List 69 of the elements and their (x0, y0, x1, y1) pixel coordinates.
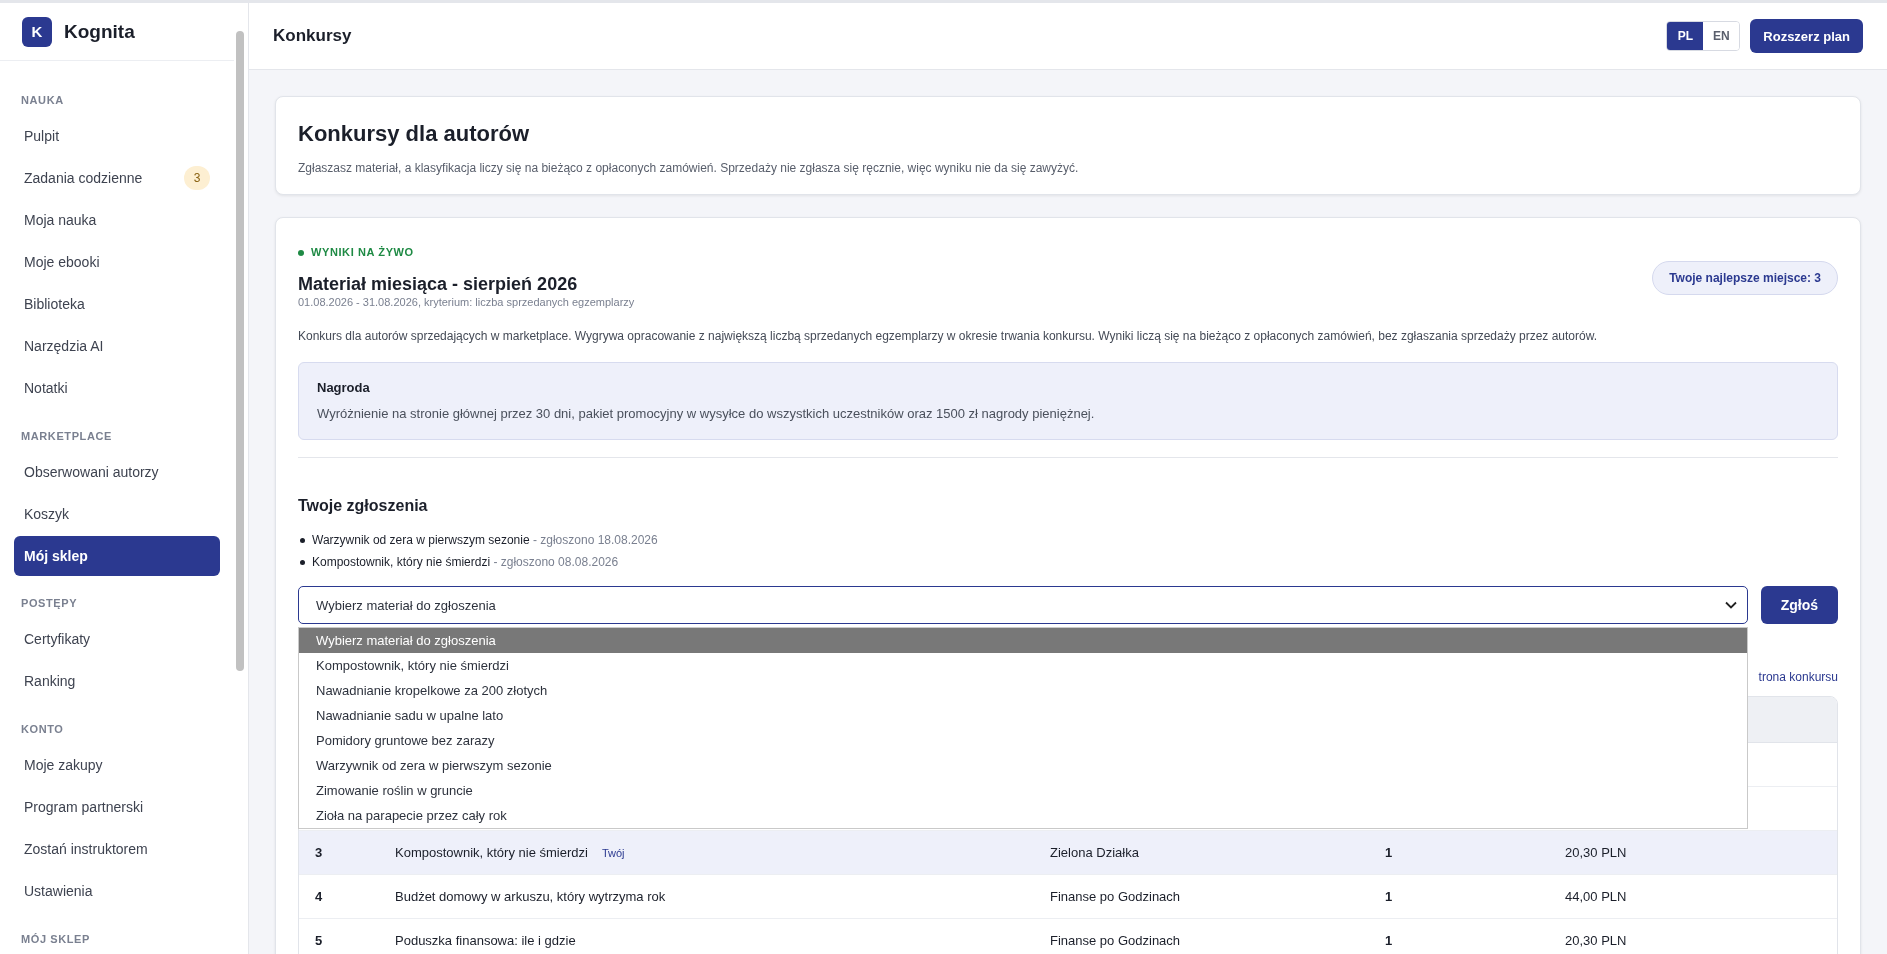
section-title: Twoje zgłoszenia (298, 496, 429, 515)
dropdown-option[interactable]: Zioła na parapecie przez cały rok (299, 803, 1747, 828)
title-cell: Kompostownik, który nie śmierdzi (395, 845, 588, 860)
dropdown-option[interactable]: Nawadnianie sadu w upalne lato (299, 703, 1747, 728)
sidebar-item[interactable]: Ustawienia (14, 870, 220, 912)
card-title: Konkursy dla autorów (298, 121, 531, 147)
dropdown-option[interactable]: Nawadnianie kropelkowe za 200 złotych (299, 678, 1747, 703)
dropdown-option[interactable]: Wybierz materiał do zgłoszenia (299, 628, 1747, 653)
section-heading: NAUKA (20, 93, 65, 108)
contest-title: Materiał miesiąca - sierpień 2026 (298, 273, 579, 295)
count-badge: 3 (184, 166, 210, 190)
dropdown-option[interactable]: Zimowanie roślin w gruncie (299, 778, 1747, 803)
rank-cell-text: 5 (315, 933, 324, 948)
best-place-badge: Twoje najlepsze miejsce: 3 (1652, 260, 1838, 295)
sidebar-item[interactable]: Obserwowani autorzy (14, 451, 220, 493)
section-heading: KONTO (20, 722, 65, 737)
sidebar-item[interactable]: Program partnerski (14, 786, 220, 828)
sidebar-item[interactable]: Moje ebooki (14, 241, 220, 283)
upgrade-button[interactable]: Rozszerz plan (1750, 19, 1863, 53)
language-button[interactable]: PL (1667, 22, 1704, 50)
brand-name: Kognita (64, 20, 135, 43)
material-select[interactable]: Wybierz materiał do zgłoszenia (298, 586, 1748, 624)
sidebar-item[interactable]: Mój sklep (14, 536, 220, 576)
count-cell-text: 1 (1385, 845, 1394, 860)
amount-cell-text: 20,30 PLN (1565, 933, 1628, 948)
page-title: Konkursy (273, 26, 352, 46)
sidebar-item[interactable]: Moje zakupy (14, 744, 220, 786)
section-heading: MARKETPLACE (20, 429, 113, 444)
prize-title: Nagroda (317, 380, 371, 396)
contest-description: Konkurs dla autorów sprzedających w marketplace. Wygrywa opracowanie z największą liczbą sprzedanych egzemplarzy w okresie trwania konkursu. Wyniki liczą się na bieżąco z opłaconych zamówień, bez zgłaszania sprzedaży przez autorów. (298, 329, 1599, 344)
title-cell: Poduszka finansowa: ile i gdzie (395, 933, 576, 948)
amount-cell-text: 44,00 PLN (1565, 889, 1628, 904)
sidebar-item[interactable]: Biblioteka (14, 283, 220, 325)
amount-cell-text: 20,30 PLN (1565, 845, 1628, 860)
bullet-icon (300, 560, 305, 565)
contest-page-link[interactable]: trona konkursu (1758, 670, 1838, 685)
sidebar-item[interactable]: Pulpit (14, 115, 220, 157)
sidebar-item[interactable]: Zadania codzienne 3 (14, 157, 220, 199)
intro-text: Zgłaszasz materiał, a klasyfikacja liczy się na bieżąco z opłaconych zamówień. Sprzedaży nie zgłasza się ręcznie, więc wyniku nie da się zawyżyć. (298, 161, 1080, 176)
title-cell: Budżet domowy w arkuszu, który wytrzyma rok (395, 889, 666, 904)
logo-icon: K (22, 16, 52, 47)
shop-cell-text: Zielona Działka (1050, 845, 1140, 860)
rank-cell-text: 4 (315, 889, 324, 904)
bullet-icon (300, 538, 305, 543)
entry-item: Warzywnik od zera w pierwszym sezonie - zgłoszono 18.08.2026 (312, 533, 658, 548)
dropdown-option[interactable]: Kompostownik, który nie śmierdzi (299, 653, 1747, 678)
chevron-down-icon (1724, 601, 1737, 609)
sidebar-item[interactable]: Certyfikaty (14, 618, 220, 660)
own-tag: Twój (601, 846, 625, 859)
shop-cell-text: Finanse po Godzinach (1050, 889, 1182, 904)
sidebar-item[interactable]: Koszyk (14, 493, 220, 535)
count-cell-text: 1 (1385, 889, 1394, 904)
section-heading: MÓJ SKLEP (20, 932, 91, 947)
dropdown-option[interactable]: Warzywnik od zera w pierwszym sezonie (299, 753, 1747, 778)
sidebar-item[interactable]: Notatki (14, 367, 220, 409)
entry-item: Kompostownik, który nie śmierdzi - zgłoszono 08.08.2026 (312, 555, 619, 570)
live-label: WYNIKI NA ŻYWO (298, 246, 635, 259)
section-heading: POSTĘPY (20, 596, 79, 611)
dropdown-option[interactable]: Pomidory gruntowe bez zarazy (299, 728, 1747, 753)
sidebar-item[interactable]: Zostań instruktorem (14, 828, 220, 870)
shop-cell-text: Finanse po Godzinach (1050, 933, 1182, 948)
prize-text: Wyróżnienie na stronie głównej przez 30 dni, pakiet promocyjny w wysyłce do wszystkich uczestników oraz 1500 zł nagrody pieniężnej. (317, 406, 1096, 422)
contest-meta: 01.08.2026 - 31.08.2026, kryterium: liczba sprzedanych egzemplarzy (298, 295, 635, 309)
count-cell-text: 1 (1385, 933, 1394, 948)
sidebar-item[interactable]: Moja nauka (14, 199, 220, 241)
rank-cell-text: 3 (315, 845, 324, 860)
submit-button[interactable]: Zgłoś (1760, 586, 1838, 624)
sidebar-item[interactable]: Narzędzia AI (14, 325, 220, 367)
sidebar-item[interactable]: Ranking (14, 660, 220, 702)
